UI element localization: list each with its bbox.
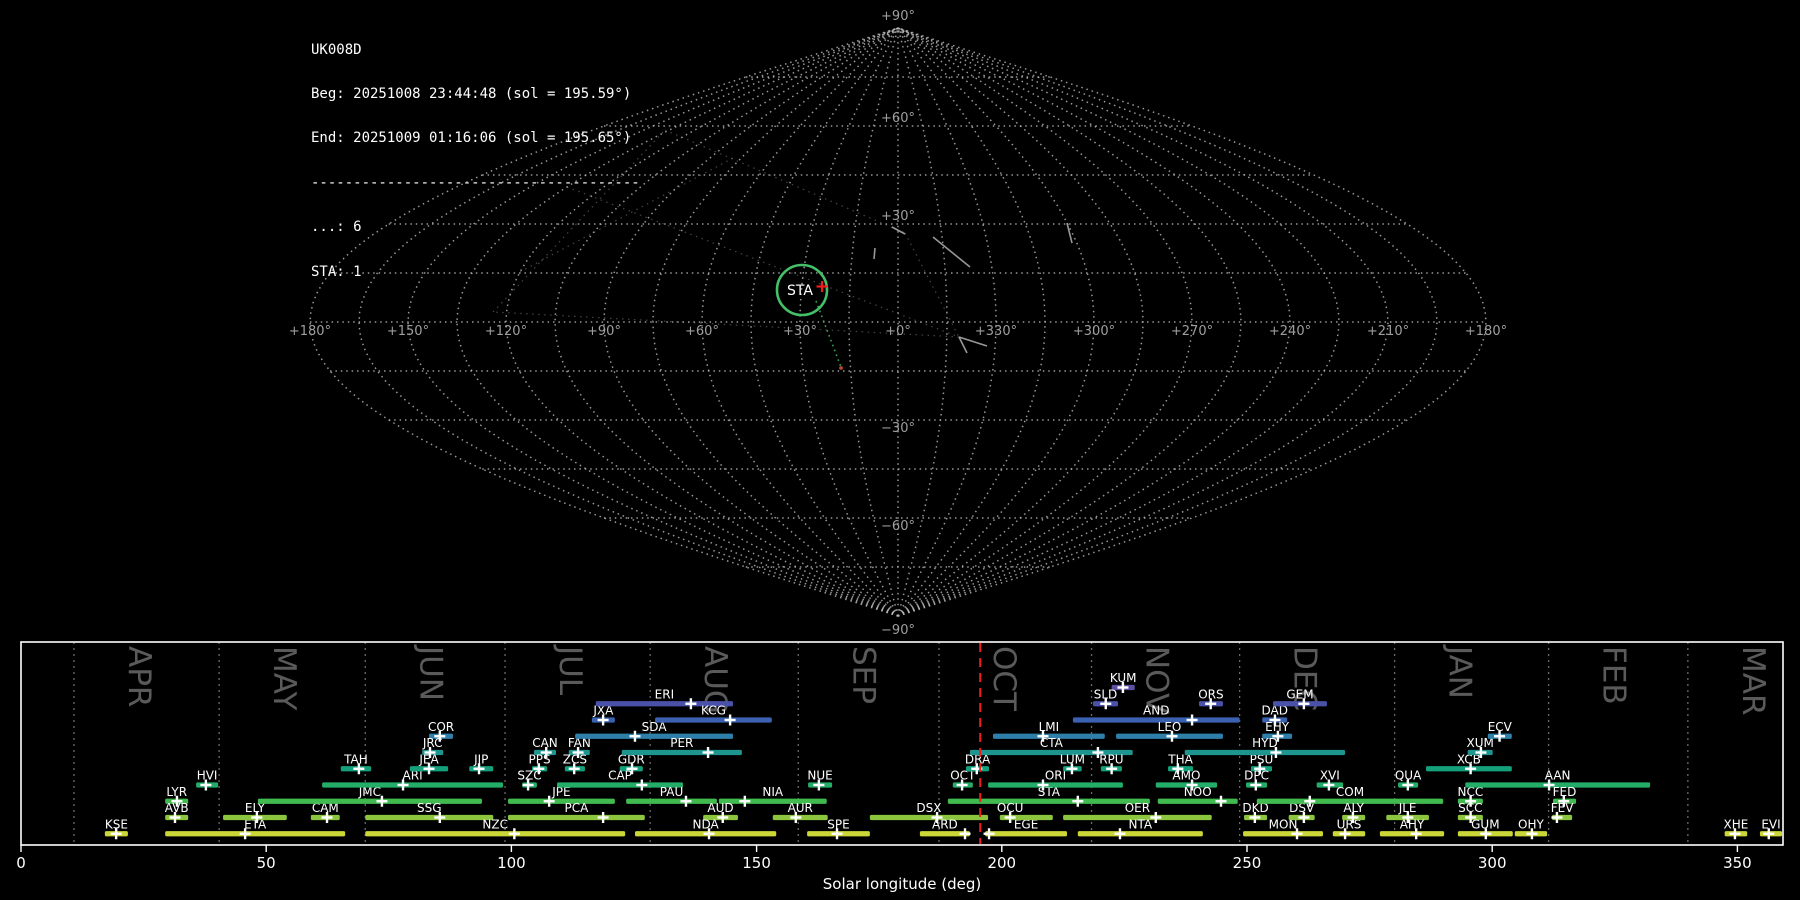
month-label: SEP bbox=[845, 646, 881, 704]
shower-bar-DSX bbox=[869, 814, 989, 821]
shower-bar-AND bbox=[1072, 717, 1240, 723]
activity-timeline-svg: APR MAY JUN JUL AUG SEP OCT NOV DEC JAN FEB MARKSE E… bbox=[16, 641, 1784, 893]
x-tick-label: 200 bbox=[987, 854, 1016, 872]
shower-label-ORI: ORI bbox=[1045, 769, 1066, 783]
x-tick-label: 0 bbox=[16, 854, 26, 872]
shower-label-LEO: LEO bbox=[1158, 720, 1182, 734]
shower-label-NDA: NDA bbox=[692, 817, 719, 831]
shower-label-CTA: CTA bbox=[1040, 736, 1064, 750]
shower-label-HYD: HYD bbox=[1252, 736, 1278, 750]
meteor-observation-plot: UK008D Beg: 20251008 23:44:48 (sol = 195… bbox=[0, 0, 1800, 900]
shower-bar-ORI bbox=[988, 782, 1123, 788]
shower-label-KCG: KCG bbox=[701, 704, 726, 718]
x-axis-title: Solar longitude (deg) bbox=[823, 875, 981, 893]
x-tick-label: 350 bbox=[1723, 854, 1752, 872]
shower-bar-EGE bbox=[985, 831, 1068, 837]
shower-bar-JMC bbox=[257, 798, 482, 804]
shower-label-EVI: EVI bbox=[1761, 817, 1780, 831]
shower-bar-ETA bbox=[165, 831, 346, 837]
shower-label-HVI: HVI bbox=[197, 769, 218, 783]
shower-bar-STA bbox=[947, 798, 1150, 804]
shower-bar-ARI bbox=[322, 782, 504, 788]
month-label: JAN bbox=[1442, 644, 1478, 699]
shower-label-AMO: AMO bbox=[1172, 769, 1200, 783]
shower-label-JIP: JIP bbox=[473, 752, 488, 766]
shower-bar-JPE bbox=[507, 798, 615, 804]
shower-label-AUR: AUR bbox=[788, 801, 813, 815]
shower-bar-NTA bbox=[1077, 831, 1203, 837]
shower-bar-NZC bbox=[365, 831, 626, 837]
x-tick-label: 300 bbox=[1478, 854, 1507, 872]
shower-bar-HYD bbox=[1184, 749, 1346, 756]
shower-label-NZC: NZC bbox=[482, 817, 508, 831]
shower-label-SSG: SSG bbox=[417, 801, 442, 815]
shower-label-LMI: LMI bbox=[1039, 720, 1060, 734]
shower-label-ARD: ARD bbox=[932, 817, 958, 831]
x-tick-label: 250 bbox=[1233, 854, 1262, 872]
shower-label-ERI: ERI bbox=[655, 687, 674, 701]
shower-label-NUE: NUE bbox=[807, 769, 832, 783]
shower-label-AVB: AVB bbox=[165, 801, 189, 815]
shower-label-AUD: AUD bbox=[707, 801, 733, 815]
shower-label-NIA: NIA bbox=[762, 785, 784, 799]
shower-label-SZC: SZC bbox=[517, 769, 541, 783]
shower-label-AND: AND bbox=[1143, 704, 1169, 718]
x-tick-label: 50 bbox=[257, 854, 276, 872]
shower-label-CAN: CAN bbox=[532, 736, 558, 750]
shower-bar-SDA bbox=[575, 733, 734, 739]
month-label: MAY bbox=[266, 646, 302, 711]
month-label: FEB bbox=[1596, 646, 1632, 705]
shower-label-NTA: NTA bbox=[1129, 817, 1153, 831]
shower-label-SPE: SPE bbox=[827, 817, 849, 831]
shower-label-PER: PER bbox=[670, 736, 693, 750]
shower-bar-SSG bbox=[365, 814, 494, 821]
shower-bar-KCG bbox=[655, 717, 772, 723]
shower-label-CAP: CAP bbox=[608, 769, 632, 783]
shower-label-NOO: NOO bbox=[1184, 785, 1212, 799]
shower-label-FEV: FEV bbox=[1551, 801, 1574, 815]
shower-bar-PER bbox=[621, 749, 742, 756]
shower-label-PAU: PAU bbox=[660, 785, 683, 799]
shower-label-JRC: JRC bbox=[422, 736, 443, 750]
shower-bar-PAU bbox=[626, 798, 717, 804]
shower-label-TAH: TAH bbox=[343, 752, 368, 766]
x-tick-label: 100 bbox=[497, 854, 526, 872]
shower-label-AHY: AHY bbox=[1400, 817, 1425, 831]
x-tick-label: 150 bbox=[742, 854, 771, 872]
shower-label-COR: COR bbox=[428, 720, 454, 734]
shower-bar-MON bbox=[1243, 831, 1324, 837]
month-label: JUL bbox=[552, 644, 588, 696]
month-label: MAR bbox=[1735, 646, 1771, 716]
shower-label-OER: OER bbox=[1125, 801, 1150, 815]
shower-label-GEM: GEM bbox=[1286, 687, 1313, 701]
shower-label-COM: COM bbox=[1336, 785, 1364, 799]
month-label: JUN bbox=[412, 644, 448, 701]
shower-label-PCA: PCA bbox=[564, 801, 589, 815]
shower-bar-PCA bbox=[507, 814, 645, 821]
month-label: OCT bbox=[986, 646, 1022, 712]
month-label: APR bbox=[121, 646, 157, 707]
